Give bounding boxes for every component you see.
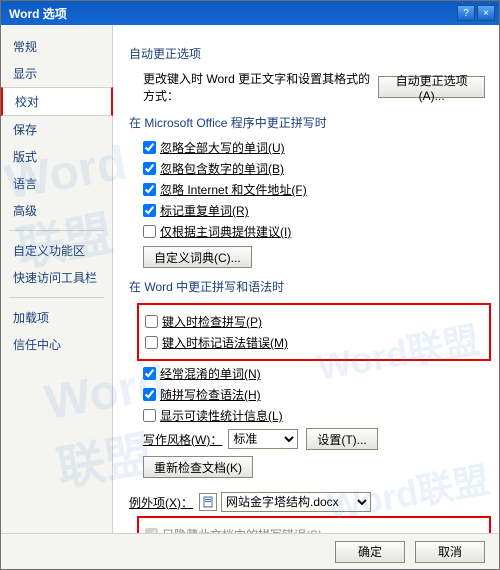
sidebar-item-general[interactable]: 常规 bbox=[1, 33, 112, 60]
sidebar: Word联盟 Word联盟 常规 显示 校对 保存 版式 语言 高级 自定义功能… bbox=[1, 25, 113, 533]
check-label: 忽略全部大写的单词(U) bbox=[160, 139, 285, 156]
check-grammar-with-spell[interactable] bbox=[143, 388, 156, 401]
window-title: Word 选项 bbox=[5, 5, 455, 22]
word-checks-group: 键入时检查拼写(P) 键入时标记语法错误(M) 经常混淆的单词(N) 随拼写检查… bbox=[143, 303, 485, 478]
check-main-dict[interactable] bbox=[143, 225, 156, 238]
sidebar-separator bbox=[9, 297, 104, 298]
sidebar-item-advanced[interactable]: 高级 bbox=[1, 197, 112, 224]
titlebar: Word 选项 ? × bbox=[1, 1, 499, 25]
check-ignore-uppercase[interactable] bbox=[143, 141, 156, 154]
check-ignore-internet[interactable] bbox=[143, 183, 156, 196]
check-label: 忽略包含数字的单词(B) bbox=[160, 160, 284, 177]
ok-button[interactable]: 确定 bbox=[335, 541, 405, 563]
document-icon bbox=[199, 493, 217, 511]
check-label: 仅根据主词典提供建议(I) bbox=[160, 223, 291, 240]
options-dialog: Word 选项 ? × Word联盟 Word联盟 常规 显示 校对 保存 版式… bbox=[0, 0, 500, 570]
check-label: 随拼写检查语法(H) bbox=[160, 386, 261, 403]
autocorrect-options-button[interactable]: 自动更正选项(A)... bbox=[378, 76, 485, 98]
check-label: 标记重复单词(R) bbox=[160, 202, 249, 219]
check-label: 经常混淆的单词(N) bbox=[160, 365, 261, 382]
highlighted-group-1: 键入时检查拼写(P) 键入时标记语法错误(M) bbox=[137, 303, 491, 361]
writing-style-select[interactable]: 标准 bbox=[228, 429, 298, 449]
sidebar-item-addins[interactable]: 加载项 bbox=[1, 304, 112, 331]
check-label: 忽略 Internet 和文件地址(F) bbox=[160, 181, 307, 198]
style-settings-button[interactable]: 设置(T)... bbox=[306, 428, 377, 450]
cancel-button[interactable]: 取消 bbox=[415, 541, 485, 563]
autocorrect-desc: 更改键入时 Word 更正文字和设置其格式的方式： bbox=[143, 70, 370, 104]
exception-select[interactable]: 网站金字塔结构.docx bbox=[221, 492, 371, 512]
check-label: 只隐藏此文档中的拼写错误(S) bbox=[162, 526, 322, 533]
sidebar-item-ribbon[interactable]: 自定义功能区 bbox=[1, 237, 112, 264]
sidebar-item-display[interactable]: 显示 bbox=[1, 60, 112, 87]
check-flag-repeated[interactable] bbox=[143, 204, 156, 217]
sidebar-item-layout[interactable]: 版式 bbox=[1, 143, 112, 170]
content-area: Word联盟 Word联盟 常规 显示 校对 保存 版式 语言 高级 自定义功能… bbox=[1, 25, 499, 533]
check-label: 显示可读性统计信息(L) bbox=[160, 407, 283, 424]
sidebar-separator bbox=[9, 230, 104, 231]
office-checks-group: 忽略全部大写的单词(U) 忽略包含数字的单词(B) 忽略 Internet 和文… bbox=[143, 139, 485, 268]
section-office-title: 在 Microsoft Office 程序中更正拼写时 bbox=[129, 114, 485, 131]
check-readability[interactable] bbox=[143, 409, 156, 422]
highlighted-group-2: 只隐藏此文档中的拼写错误(S) 只隐藏此文档中的语法错误(D) bbox=[137, 516, 491, 533]
sidebar-item-language[interactable]: 语言 bbox=[1, 170, 112, 197]
recheck-document-button[interactable]: 重新检查文档(K) bbox=[143, 456, 253, 478]
exception-label: 例外项(X)： bbox=[129, 494, 193, 511]
help-button[interactable]: ? bbox=[457, 5, 475, 21]
check-label: 键入时检查拼写(P) bbox=[162, 313, 262, 330]
sidebar-item-save[interactable]: 保存 bbox=[1, 116, 112, 143]
dialog-footer: 确定 取消 bbox=[1, 533, 499, 569]
sidebar-item-proofing[interactable]: 校对 bbox=[1, 87, 113, 116]
section-word-title: 在 Word 中更正拼写和语法时 bbox=[129, 278, 485, 295]
main-panel: Word联盟 Word联盟 自动更正选项 更改键入时 Word 更正文字和设置其… bbox=[113, 25, 499, 533]
check-spell-as-type[interactable] bbox=[145, 315, 158, 328]
section-autocorrect-title: 自动更正选项 bbox=[129, 45, 485, 62]
check-hide-spell-errors[interactable] bbox=[145, 528, 158, 533]
custom-dictionaries-button[interactable]: 自定义词典(C)... bbox=[143, 246, 252, 268]
check-confused-words[interactable] bbox=[143, 367, 156, 380]
sidebar-item-trust[interactable]: 信任中心 bbox=[1, 331, 112, 358]
close-button[interactable]: × bbox=[477, 5, 495, 21]
autocorrect-row: 更改键入时 Word 更正文字和设置其格式的方式： 自动更正选项(A)... bbox=[143, 70, 485, 104]
sidebar-item-qat[interactable]: 快速访问工具栏 bbox=[1, 264, 112, 291]
check-ignore-numbers[interactable] bbox=[143, 162, 156, 175]
writing-style-label: 写作风格(W)： bbox=[143, 431, 222, 448]
check-label: 键入时标记语法错误(M) bbox=[162, 334, 288, 351]
check-grammar-as-type[interactable] bbox=[145, 336, 158, 349]
